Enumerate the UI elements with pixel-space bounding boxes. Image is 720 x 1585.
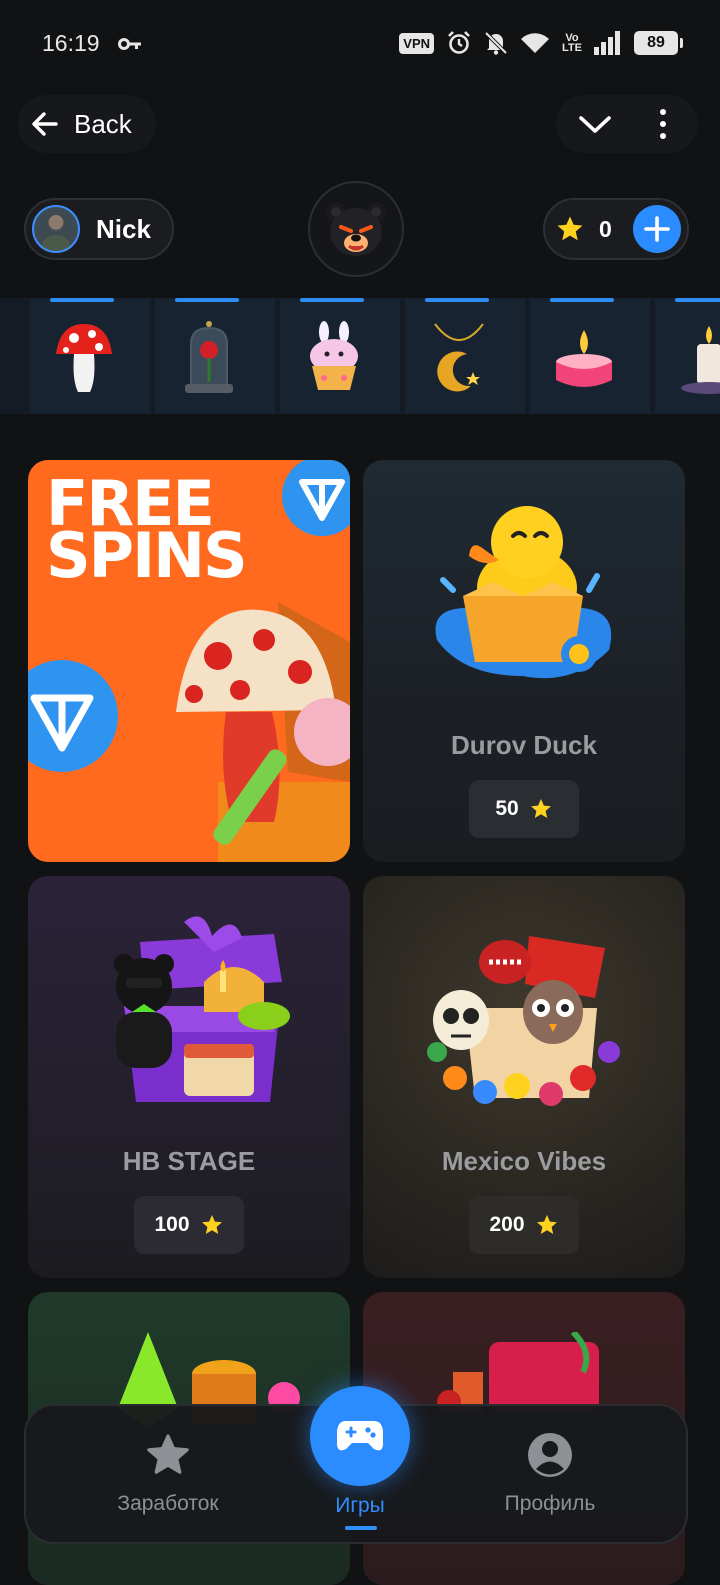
rubber-duck-box-icon (435, 506, 612, 679)
nav-label-earn: Заработок (117, 1492, 219, 1515)
nav-item-profile[interactable]: Профиль (470, 1432, 630, 1516)
strip-indicator (50, 298, 114, 302)
birthday-gift-box-icon (114, 916, 290, 1102)
bear-logo[interactable] (308, 181, 404, 277)
mute-bell-icon (484, 31, 508, 55)
wifi-icon (521, 33, 550, 53)
plus-icon (644, 216, 670, 242)
strip-indicator (175, 298, 239, 302)
ton-coin-icon (28, 660, 118, 772)
ton-badge-icon (282, 460, 350, 536)
volte-icon: Vo LTE (562, 33, 582, 54)
signal-icon (594, 31, 620, 55)
price-badge[interactable]: 200 (469, 1196, 579, 1254)
menu-pill (556, 95, 698, 153)
mexico-box-icon (427, 936, 620, 1106)
gamepad-icon (337, 1421, 383, 1451)
rose-bell-jar-icon (185, 321, 233, 393)
moon-pendant-icon (434, 323, 484, 392)
nav-label-profile: Профиль (504, 1492, 596, 1515)
candle-icon (556, 330, 612, 387)
strip-indicator (300, 298, 364, 302)
volte-bottom: LTE (562, 42, 582, 54)
battery-icon: 89 (634, 31, 683, 55)
star-icon (147, 1434, 189, 1474)
strip-item-moon[interactable] (405, 298, 525, 414)
user-circle-icon (528, 1433, 572, 1477)
mushroom-icon (56, 324, 112, 392)
price-value: 50 (495, 797, 519, 820)
price-badge[interactable]: 50 (469, 780, 579, 838)
nav-item-games[interactable] (310, 1386, 410, 1486)
arrow-left-icon (32, 112, 58, 136)
case-card-mexico-vibes[interactable]: Mexico Vibes 200 (363, 876, 685, 1278)
key-icon (118, 38, 141, 50)
card-title: HB STAGE (122, 1146, 256, 1176)
balance-pill: 0 (543, 198, 689, 260)
vpn-badge: VPN (399, 32, 435, 54)
strip-item-cupcake[interactable] (280, 298, 400, 414)
nav-label-games: Игры (335, 1494, 385, 1517)
star-icon (530, 799, 551, 818)
item-strip (0, 298, 720, 414)
mushroom-illustration (176, 602, 350, 862)
card-title: Mexico Vibes (441, 1146, 607, 1176)
battery-level: 89 (647, 34, 665, 51)
promo-line-2: SPINS (46, 519, 248, 592)
status-bar: 16:19 VPN Vo LTE 89 (0, 0, 720, 92)
chevron-down-icon[interactable] (576, 110, 614, 138)
star-icon (536, 1215, 557, 1234)
promo-text: FREE SPINS (46, 473, 248, 592)
strip-item-candle-2[interactable] (655, 298, 720, 414)
strip-item-candle[interactable] (530, 298, 650, 414)
price-value: 200 (489, 1213, 525, 1236)
back-label: Back (74, 108, 132, 139)
status-time: 16:19 (42, 30, 100, 56)
free-spins-banner[interactable]: FREE SPINS (28, 460, 350, 862)
dot (660, 109, 666, 115)
strip-indicator (675, 298, 720, 302)
strip-item-mushroom[interactable] (30, 298, 150, 414)
strip-item-rose[interactable] (155, 298, 275, 414)
price-value: 100 (154, 1213, 190, 1236)
user-name: Nick (96, 213, 151, 244)
star-icon (201, 1215, 222, 1234)
strip-indicator (425, 298, 489, 302)
bunny-cupcake-icon (310, 321, 358, 390)
dot (660, 121, 666, 127)
nav-item-earn[interactable]: Заработок (88, 1432, 248, 1516)
avatar (32, 205, 80, 253)
status-icons: VPN Vo LTE 89 (399, 30, 683, 56)
price-badge[interactable]: 100 (134, 1196, 244, 1254)
user-profile-pill[interactable]: Nick (24, 198, 174, 260)
case-card-hb-stage[interactable]: HB STAGE 100 (28, 876, 350, 1278)
case-card-durov-duck[interactable]: Durov Duck 50 (363, 460, 685, 862)
add-balance-button[interactable] (633, 205, 681, 253)
star-icon (557, 216, 583, 241)
active-tab-indicator (345, 1526, 377, 1530)
candle-icon (681, 326, 720, 394)
back-button[interactable]: Back (18, 95, 156, 153)
bear-face-icon (326, 202, 386, 256)
dot (660, 133, 666, 139)
balance-value: 0 (599, 215, 612, 242)
alarm-icon (448, 31, 470, 54)
card-title: Durov Duck (451, 730, 597, 760)
strip-indicator (550, 298, 614, 302)
more-options-icon[interactable] (656, 109, 670, 139)
